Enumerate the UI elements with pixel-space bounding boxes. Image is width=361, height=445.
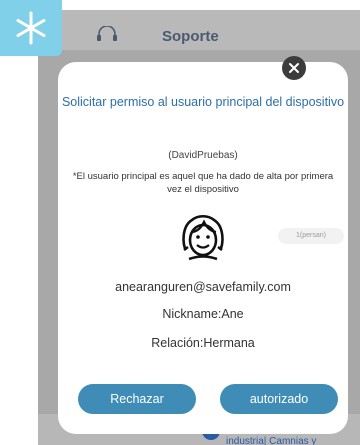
user-avatar-icon [176, 210, 230, 264]
close-icon[interactable] [282, 56, 306, 80]
dialog-note: *El usuario principal es aquel que ha da… [72, 171, 334, 195]
reject-button[interactable]: Rechazar [78, 384, 196, 414]
stage: Soporte ✦ industria| Camnias y Solicitar… [0, 0, 361, 445]
authorize-button[interactable]: autorizado [220, 384, 338, 414]
user-email: anearanguren@savefamily.com [115, 280, 291, 294]
dialog-title: Solicitar permiso al usuario principal d… [61, 95, 345, 109]
headset-icon[interactable] [96, 25, 118, 46]
device-name: (DavidPruebas) [168, 150, 238, 161]
user-nickname: Nickname:Ane [162, 307, 244, 321]
user-count-pill: 1(persan) [278, 228, 344, 244]
footer-text: industria| Camnias y [226, 436, 317, 445]
app-header-title: Soporte [162, 28, 219, 45]
asterisk-badge-icon [0, 0, 62, 56]
user-relation: Relación:Hermana [151, 336, 255, 350]
permission-dialog: Solicitar permiso al usuario principal d… [58, 62, 348, 434]
